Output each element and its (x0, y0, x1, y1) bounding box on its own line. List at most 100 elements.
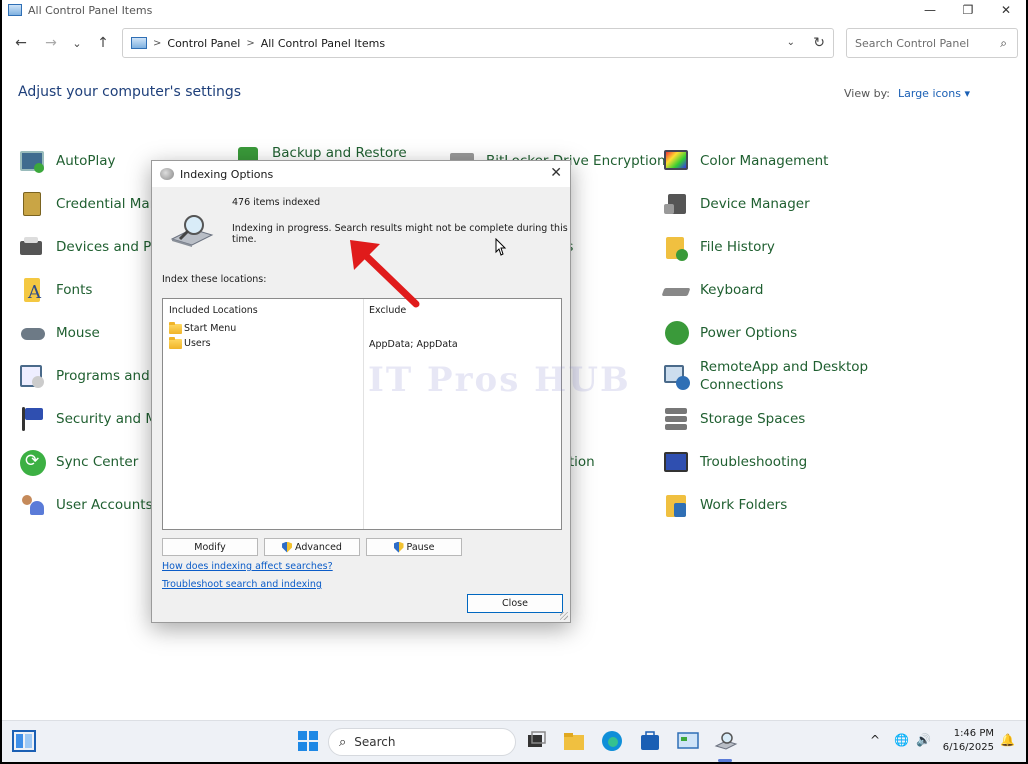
cp-item-fonts[interactable]: A Fonts (18, 275, 92, 305)
list-item[interactable]: Start Menu (169, 321, 236, 334)
task-view-icon[interactable] (524, 729, 548, 753)
breadcrumb-control-panel[interactable]: Control Panel (167, 37, 240, 50)
taskbar-search[interactable]: ⌕ Search (328, 728, 516, 756)
cp-item-power-options[interactable]: Power Options (662, 318, 797, 348)
storage-icon (662, 405, 690, 433)
back-button[interactable]: ← (10, 32, 32, 54)
cp-item-color-management[interactable]: Color Management (662, 146, 828, 176)
remoteapp-icon (662, 362, 690, 390)
locations-list[interactable]: Included Locations Exclude Start Menu Us… (162, 298, 562, 530)
cp-item-work-folders[interactable]: Work Folders (662, 490, 787, 520)
taskbar: ⌕ Search ^ 🌐 🔊 1:46 PM 6/16/2025 🔔 (2, 720, 1026, 762)
address-bar[interactable]: > Control Panel > All Control Panel Item… (122, 28, 834, 58)
troubleshoot-link[interactable]: Troubleshoot search and indexing (162, 579, 322, 590)
view-by: View by: Large icons ▾ (844, 87, 970, 100)
view-by-dropdown[interactable]: Large icons ▾ (898, 87, 970, 100)
network-icon[interactable]: 🌐 (894, 733, 909, 747)
maximize-button[interactable]: ❐ (948, 0, 988, 20)
device-manager-icon (662, 190, 690, 218)
power-icon (662, 319, 690, 347)
file-history-icon (662, 233, 690, 261)
cp-item-autoplay[interactable]: AutoPlay (18, 146, 116, 176)
cp-item-sync-center[interactable]: ⟳ Sync Center (18, 447, 138, 477)
system-clock[interactable]: 1:46 PM 6/16/2025 (938, 727, 994, 755)
forward-button[interactable]: → (40, 32, 62, 54)
cp-item-security-maintenance[interactable]: Security and Ma (18, 404, 165, 434)
fonts-icon: A (18, 276, 46, 304)
work-folders-icon (662, 491, 690, 519)
breadcrumb-all-items[interactable]: All Control Panel Items (261, 37, 385, 50)
cp-item-remoteapp[interactable]: RemoteApp and Desktop Connections (662, 359, 870, 393)
watermark: IT Pros HUB (368, 360, 631, 400)
autoplay-icon (18, 147, 46, 175)
troubleshooting-icon (662, 448, 690, 476)
indexing-icon (160, 168, 174, 180)
programs-icon (18, 362, 46, 390)
items-indexed-count: 476 items indexed (232, 197, 321, 208)
dialog-close-icon[interactable]: ✕ (550, 165, 562, 181)
close-button[interactable]: Close (467, 594, 563, 613)
control-panel-icon (8, 4, 22, 16)
minimize-button[interactable]: — (910, 0, 950, 20)
pause-button[interactable]: Pause (366, 538, 462, 556)
cp-item-troubleshooting[interactable]: Troubleshooting (662, 447, 807, 477)
resize-grip[interactable] (560, 612, 568, 620)
magnifier-drive-icon (170, 215, 214, 247)
col-header-included[interactable]: Included Locations (169, 305, 258, 316)
dialog-titlebar: Indexing Options ✕ (152, 161, 570, 187)
keyboard-icon (661, 276, 691, 304)
cp-item-keyboard[interactable]: Keyboard (661, 275, 763, 305)
edge-icon[interactable] (600, 729, 624, 753)
mouse-cursor-icon (495, 238, 507, 256)
cp-item-programs-features[interactable]: Programs and F (18, 361, 162, 391)
folder-icon (169, 321, 182, 334)
control-panel-icon (131, 37, 147, 49)
advanced-button[interactable]: Advanced (264, 538, 360, 556)
refresh-icon[interactable]: ↻ (813, 35, 825, 51)
desktop-screen: All Control Panel Items — ❐ ✕ ← → ⌄ ↑ > … (2, 0, 1026, 762)
cp-item-file-history[interactable]: File History (662, 232, 775, 262)
search-icon: ⌕ (339, 734, 347, 750)
users-icon (18, 491, 46, 519)
shield-icon (393, 541, 404, 553)
flag-icon (18, 405, 46, 433)
dialog-title: Indexing Options (180, 167, 274, 181)
cp-item-devices-printers[interactable]: Devices and Prin (18, 232, 169, 262)
notifications-icon[interactable]: 🔔 (1000, 733, 1015, 747)
cp-item-user-accounts[interactable]: User Accounts (18, 490, 153, 520)
up-button[interactable]: ↑ (92, 32, 114, 54)
indexing-help-link[interactable]: How does indexing affect searches? (162, 561, 333, 572)
cp-item-mouse[interactable]: Mouse (18, 318, 100, 348)
indexing-taskbar-icon[interactable] (714, 729, 738, 753)
printer-icon (18, 233, 46, 261)
start-icon[interactable] (296, 729, 320, 753)
annotation-arrow-icon (350, 240, 420, 308)
shield-icon (282, 541, 293, 553)
address-dropdown-icon[interactable]: ⌄ (787, 37, 795, 48)
window-title: All Control Panel Items (28, 3, 153, 17)
list-item[interactable]: Users (169, 336, 211, 349)
volume-icon[interactable]: 🔊 (916, 733, 931, 747)
active-app-indicator (718, 759, 732, 762)
exclude-value: AppData; AppData (369, 339, 458, 350)
cp-item-device-manager[interactable]: Device Manager (662, 189, 810, 219)
file-explorer-icon[interactable] (562, 729, 586, 753)
color-management-icon (662, 147, 690, 175)
sync-icon: ⟳ (18, 448, 46, 476)
recent-locations-button[interactable]: ⌄ (66, 32, 88, 54)
modify-button[interactable]: Modify (162, 538, 258, 556)
tray-overflow-icon[interactable]: ^ (870, 733, 880, 747)
page-title: Adjust your computer's settings (18, 84, 242, 100)
cp-item-credential-manager[interactable]: Credential Mana (18, 189, 167, 219)
credential-manager-icon (18, 190, 46, 218)
index-locations-label: Index these locations: (162, 274, 267, 285)
store-icon[interactable] (638, 729, 662, 753)
cp-item-storage-spaces[interactable]: Storage Spaces (662, 404, 805, 434)
close-window-button[interactable]: ✕ (986, 0, 1026, 20)
widgets-icon[interactable] (12, 729, 36, 753)
navigation-bar: ← → ⌄ ↑ > Control Panel > All Control Pa… (2, 28, 1026, 58)
search-input[interactable]: Search Control Panel ⌕ (846, 28, 1018, 58)
folder-icon (169, 336, 182, 349)
control-panel-taskbar-icon[interactable] (676, 729, 700, 753)
window-titlebar: All Control Panel Items — ❐ ✕ (2, 0, 1026, 20)
